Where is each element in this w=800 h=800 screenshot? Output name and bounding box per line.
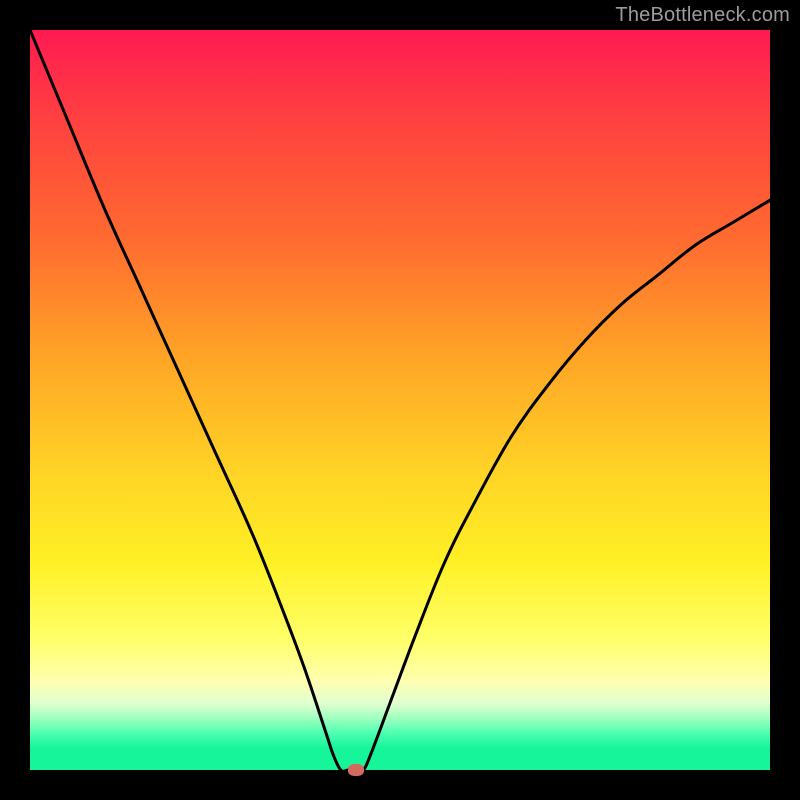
bottleneck-curve (30, 30, 770, 770)
watermark-text: TheBottleneck.com (615, 4, 790, 27)
optimum-marker (348, 764, 364, 776)
curve-path (30, 30, 770, 770)
chart-frame: TheBottleneck.com (0, 0, 800, 800)
bottleneck-plot (30, 30, 770, 770)
